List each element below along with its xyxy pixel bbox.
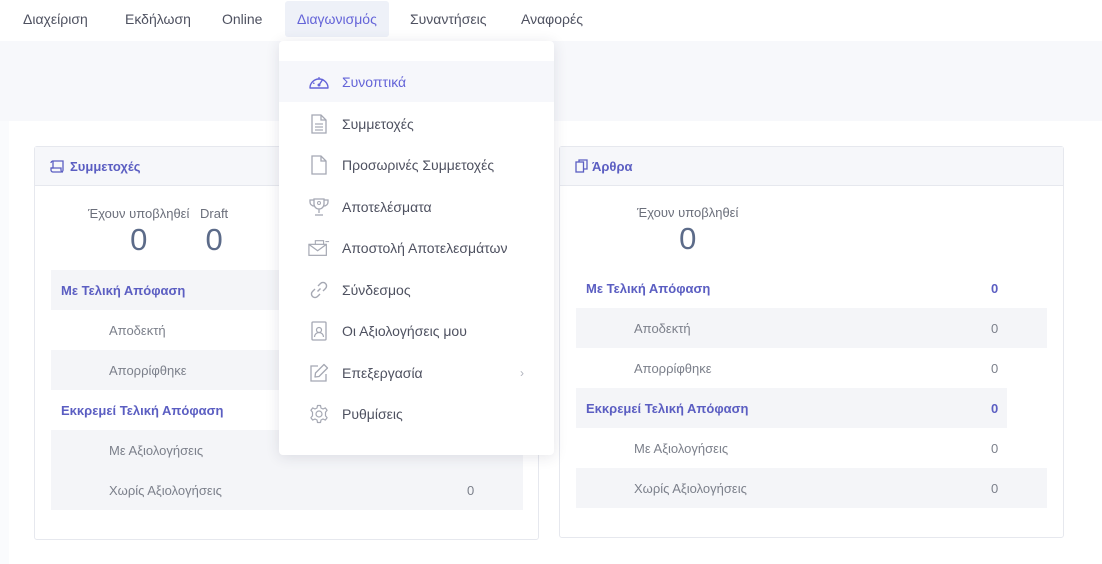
link-icon bbox=[308, 279, 330, 301]
row-label: Με Τελική Απόφαση bbox=[61, 282, 186, 298]
table-row: Με Αξιολογήσεις 0 bbox=[576, 428, 1047, 468]
articles-submitted-value: 0 bbox=[679, 221, 697, 256]
document-lines-icon bbox=[308, 113, 330, 135]
articles-submitted-stat: Έχουν υποβληθεί 0 bbox=[637, 205, 738, 257]
user-badge-icon bbox=[308, 320, 330, 342]
mail-send-icon bbox=[308, 237, 330, 259]
menu-item-entries[interactable]: Συμμετοχές bbox=[279, 103, 554, 144]
row-value: 0 bbox=[991, 440, 999, 456]
menu-item-my-reviews[interactable]: Οι Αξιολογήσεις μου bbox=[279, 310, 554, 351]
scroll-icon bbox=[50, 159, 64, 173]
menu-item-link[interactable]: Σύνδεσμος bbox=[279, 269, 554, 310]
row-value: 0 bbox=[991, 360, 999, 376]
nav-item-meetings[interactable]: Συναντήσεις bbox=[398, 1, 498, 37]
menu-item-temporary-entries[interactable]: Προσωρινές Συμμετοχές bbox=[279, 144, 554, 185]
competition-dropdown-menu: Συνοπτικά Συμμετοχές Προσωρινές Συμμετοχ… bbox=[279, 41, 554, 455]
entries-card-title: Συμμετοχές bbox=[70, 158, 141, 174]
draft-value: 0 bbox=[205, 222, 223, 257]
articles-card: Άρθρα Έχουν υποβληθεί 0 Με Τελική Απόφασ… bbox=[559, 146, 1064, 538]
top-navigation: Διαχείριση Εκδήλωση Online Διαγωνισμός Σ… bbox=[0, 0, 1102, 41]
table-row: Με Τελική Απόφαση 0 bbox=[576, 268, 1047, 308]
row-label: Χωρίς Αξιολογήσεις bbox=[109, 482, 222, 498]
row-label: Χωρίς Αξιολογήσεις bbox=[634, 480, 747, 496]
nav-item-management[interactable]: Διαχείριση bbox=[11, 1, 100, 37]
table-row: Αποδεκτή 0 bbox=[576, 308, 1047, 348]
gear-icon bbox=[308, 403, 330, 425]
table-row: Εκκρεμεί Τελική Απόφαση 0 bbox=[576, 388, 1007, 428]
row-value: 0 bbox=[991, 400, 999, 416]
chevron-right-icon: › bbox=[520, 365, 524, 380]
row-label: Εκκρεμεί Τελική Απόφαση bbox=[586, 400, 749, 416]
row-label: Απορρίφθηκε bbox=[634, 360, 712, 376]
menu-item-label: Ρυθμίσεις bbox=[342, 405, 403, 422]
articles-card-header: Άρθρα bbox=[560, 147, 1063, 186]
row-label: Εκκρεμεί Τελική Απόφαση bbox=[61, 402, 224, 418]
menu-item-label: Οι Αξιολογήσεις μου bbox=[342, 322, 467, 339]
row-label: Με Τελική Απόφαση bbox=[586, 280, 711, 296]
menu-item-label: Επεξεργασία bbox=[342, 364, 423, 381]
draft-label: Draft bbox=[200, 206, 229, 221]
menu-item-label: Αποτελέσματα bbox=[342, 198, 432, 215]
row-value: 0 bbox=[467, 482, 475, 498]
menu-item-summary[interactable]: Συνοπτικά bbox=[279, 61, 554, 102]
row-label: Αποδεκτή bbox=[109, 322, 166, 338]
submitted-label: Έχουν υποβληθεί bbox=[88, 206, 190, 221]
nav-item-event[interactable]: Εκδήλωση bbox=[113, 1, 203, 37]
menu-item-settings[interactable]: Ρυθμίσεις bbox=[279, 393, 554, 434]
nav-item-online[interactable]: Online bbox=[210, 1, 274, 37]
row-value: 0 bbox=[991, 280, 999, 296]
menu-item-label: Σύνδεσμος bbox=[342, 281, 411, 298]
row-value: 0 bbox=[991, 320, 999, 336]
menu-item-label: Συνοπτικά bbox=[342, 73, 407, 90]
row-label: Με Αξιολογήσεις bbox=[634, 440, 729, 456]
gauge-icon bbox=[308, 71, 330, 93]
menu-item-send-results[interactable]: Αποστολή Αποτελεσμάτων bbox=[279, 227, 554, 268]
copy-icon bbox=[575, 159, 588, 173]
menu-item-label: Προσωρινές Συμμετοχές bbox=[342, 156, 495, 173]
submitted-stat: Έχουν υποβληθεί 0 bbox=[88, 206, 189, 258]
menu-item-results[interactable]: Αποτελέσματα bbox=[279, 186, 554, 227]
row-value: 0 bbox=[991, 480, 999, 496]
articles-card-title: Άρθρα bbox=[592, 158, 633, 174]
articles-submitted-label: Έχουν υποβληθεί bbox=[637, 205, 739, 220]
submitted-value: 0 bbox=[130, 222, 148, 257]
table-row: Απορρίφθηκε 0 bbox=[576, 348, 1047, 388]
draft-stat: Draft 0 bbox=[200, 206, 228, 258]
table-row: Χωρίς Αξιολογήσεις 0 bbox=[576, 468, 1047, 508]
trophy-icon bbox=[308, 196, 330, 218]
nav-item-reports[interactable]: Αναφορές bbox=[509, 1, 595, 37]
table-row: Χωρίς Αξιολογήσεις 0 bbox=[51, 470, 523, 510]
row-label: Απορρίφθηκε bbox=[109, 362, 187, 378]
menu-item-label: Συμμετοχές bbox=[342, 115, 414, 132]
menu-item-edit[interactable]: Επεξεργασία › bbox=[279, 352, 554, 393]
row-label: Με Αξιολογήσεις bbox=[109, 442, 204, 458]
edit-icon bbox=[308, 362, 330, 384]
document-icon bbox=[308, 154, 330, 176]
nav-item-competition[interactable]: Διαγωνισμός bbox=[285, 1, 389, 37]
menu-item-label: Αποστολή Αποτελεσμάτων bbox=[342, 239, 508, 256]
row-label: Αποδεκτή bbox=[634, 320, 691, 336]
